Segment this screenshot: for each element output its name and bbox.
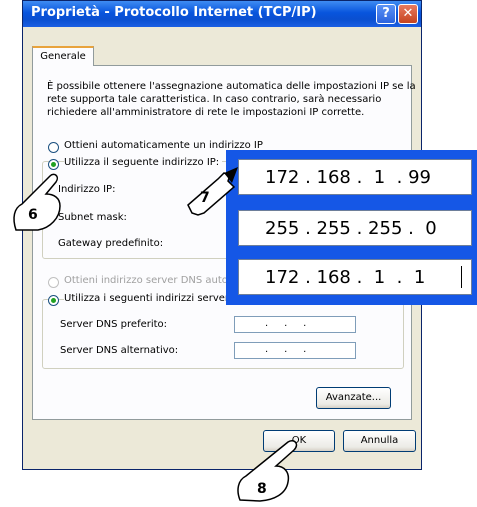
alternate-dns-value: . . . xyxy=(265,344,307,355)
advanced-button[interactable]: Avanzate... xyxy=(316,387,391,409)
window-title: Proprietà - Protocollo Internet (TCP/IP) xyxy=(31,5,317,20)
preferred-dns-label: Server DNS preferito: xyxy=(60,319,168,330)
zoom-panel: 172 . 168 . 1 . 99 255 . 255 . 255 . 0 1… xyxy=(226,150,477,305)
title-bar[interactable]: Proprietà - Protocollo Internet (TCP/IP)… xyxy=(23,1,421,27)
radio-manual-dns[interactable] xyxy=(48,295,59,306)
help-button[interactable]: ? xyxy=(376,4,396,24)
radio-auto-ip[interactable] xyxy=(48,142,59,153)
ip-address-input-zoomed[interactable]: 172 . 168 . 1 . 99 xyxy=(238,159,472,195)
preferred-dns-value: . . . xyxy=(265,318,307,329)
gateway-label: Gateway predefinito: xyxy=(58,238,164,249)
manual-dns-label: Utilizza i seguenti indirizzi server xyxy=(64,293,232,304)
subnet-mask-value: 255 . 255 . 255 . 0 xyxy=(265,218,437,239)
alternate-dns-label: Server DNS alternativo: xyxy=(60,345,179,356)
preferred-dns-input[interactable]: . . . xyxy=(234,316,356,333)
cancel-button[interactable]: Annulla xyxy=(343,430,416,452)
description-line: richiedere all'amministratore di rete le… xyxy=(47,107,365,118)
step-6-number: 6 xyxy=(28,207,38,223)
close-button[interactable]: ✕ xyxy=(398,4,418,24)
description-text: È possibile ottenere l'assegnazione auto… xyxy=(47,80,416,119)
alternate-dns-input[interactable]: . . . xyxy=(234,342,356,359)
text-cursor xyxy=(461,266,462,288)
description-line: È possibile ottenere l'assegnazione auto… xyxy=(47,81,416,92)
gateway-value: 172 . 168 . 1 . 1 xyxy=(265,267,426,288)
step-7-callout xyxy=(187,167,238,216)
step-8-callout xyxy=(237,439,298,502)
step-8-number: 8 xyxy=(257,481,267,497)
step-6-callout xyxy=(13,173,61,231)
tab-generale[interactable]: Generale xyxy=(32,46,94,66)
gateway-input-zoomed[interactable]: 172 . 168 . 1 . 1 xyxy=(238,259,472,295)
auto-dns-label: Ottieni indirizzo server DNS auto xyxy=(64,275,228,286)
ip-address-value: 172 . 168 . 1 . 99 xyxy=(265,167,432,188)
step-7-number: 7 xyxy=(200,190,210,206)
radio-auto-dns[interactable] xyxy=(48,277,59,288)
description-line: rete supporta tale caratteristica. In ca… xyxy=(47,94,382,105)
subnet-mask-input-zoomed[interactable]: 255 . 255 . 255 . 0 xyxy=(238,210,472,246)
